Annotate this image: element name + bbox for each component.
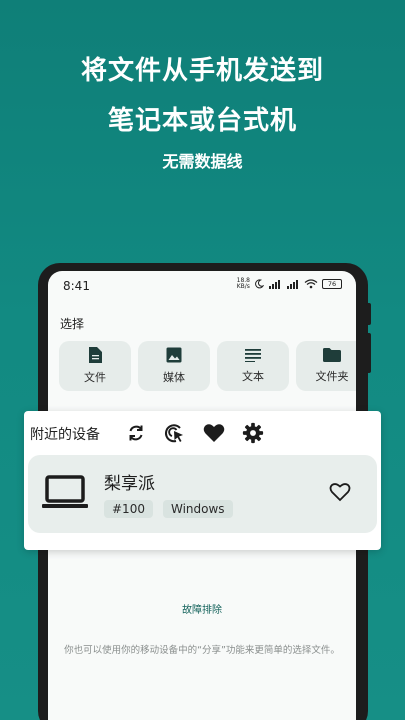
promo-subtitle: 无需数据线	[162, 152, 243, 171]
device-id-tag: #100	[104, 500, 153, 518]
select-folder-label: 文件夹	[315, 370, 349, 383]
select-section-label: 选择	[60, 317, 85, 331]
device-name: 梨享派	[104, 474, 155, 494]
select-text-label: 文本	[242, 370, 264, 383]
device-card[interactable]: 梨享派 #100 Windows	[28, 455, 377, 533]
heart-outline-icon	[329, 483, 351, 502]
network-speed-unit: KB/s	[236, 283, 250, 290]
select-cards: 文件 媒体 文本 文件夹	[59, 341, 356, 391]
wifi-icon	[304, 279, 318, 289]
tap-target-icon	[165, 424, 183, 443]
laptop-icon	[42, 475, 88, 508]
device-tags: #100 Windows	[104, 500, 233, 518]
manual-send-button[interactable]	[163, 421, 187, 445]
battery-icon: 76	[322, 279, 342, 289]
refresh-icon	[129, 425, 143, 441]
select-media-button[interactable]: 媒体	[138, 341, 210, 391]
status-icons: 18.8 KB/s 76	[237, 278, 342, 290]
moon-icon	[255, 279, 264, 289]
select-text-button[interactable]: 文本	[217, 341, 289, 391]
refresh-button[interactable]	[124, 421, 148, 445]
select-file-label: 文件	[84, 371, 106, 384]
heart-icon	[203, 424, 225, 442]
favorites-button[interactable]	[202, 421, 226, 445]
select-media-label: 媒体	[163, 371, 185, 384]
select-file-button[interactable]: 文件	[59, 341, 131, 391]
phone-side-button	[366, 303, 371, 325]
gear-icon	[242, 422, 264, 444]
promo-headline-line1: 将文件从手机发送到	[80, 56, 324, 86]
phone-volume-button	[366, 333, 371, 373]
folder-icon	[323, 348, 341, 362]
signal-icon	[287, 280, 298, 289]
device-favorite-button[interactable]	[329, 482, 351, 506]
troubleshoot-link[interactable]: 故障排除	[48, 601, 356, 616]
settings-button[interactable]	[241, 421, 265, 445]
promo-headline-line2: 笔记本或台式机	[107, 106, 297, 136]
device-os-tag: Windows	[162, 500, 233, 518]
text-lines-icon	[245, 349, 261, 362]
nearby-devices-panel: 附近的设备 梨享派 #100 Windows	[24, 411, 381, 550]
status-bar: 8:41 18.8 KB/s 76	[48, 271, 356, 301]
network-speed: 18.8 KB/s	[237, 278, 250, 290]
image-icon	[166, 347, 182, 363]
status-time: 8:41	[63, 279, 90, 293]
select-folder-button[interactable]: 文件夹	[296, 341, 356, 391]
nearby-actions	[124, 421, 265, 445]
nearby-devices-title: 附近的设备	[30, 427, 100, 443]
signal-icon	[269, 280, 280, 289]
file-icon	[89, 347, 102, 363]
share-hint-text: 你也可以使用你的移动设备中的“分享”功能来更简单的选择文件。	[64, 645, 340, 656]
